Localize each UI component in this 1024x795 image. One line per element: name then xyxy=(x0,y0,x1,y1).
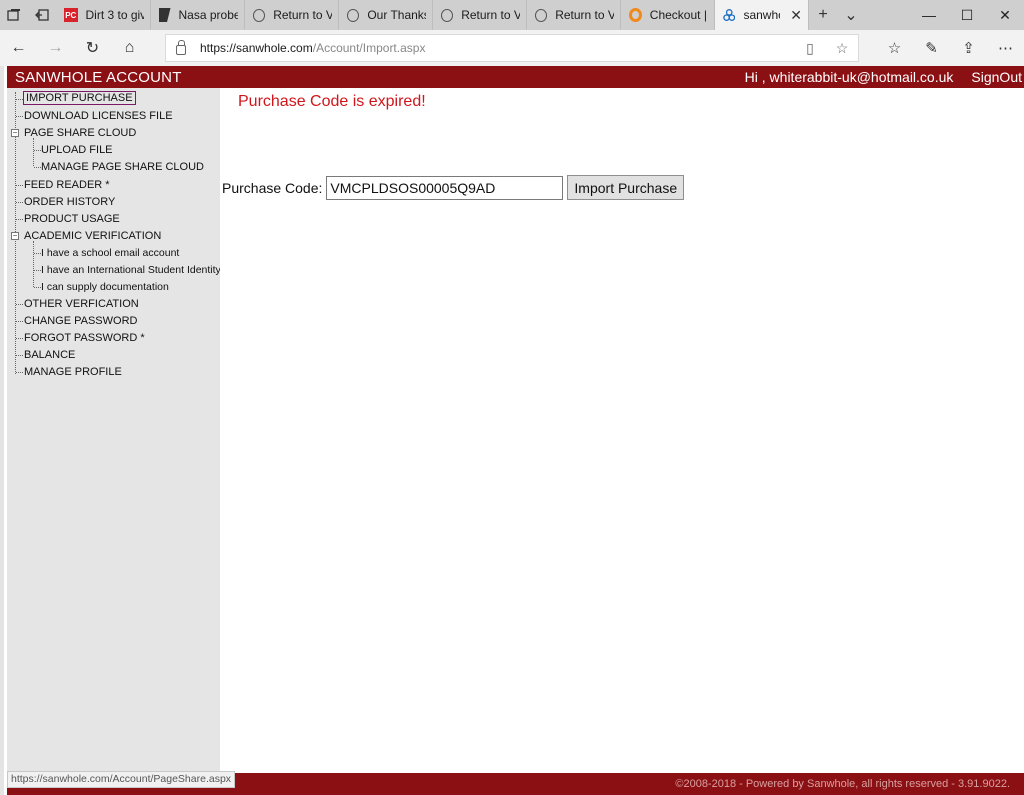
tab-title: Our Thanks xyxy=(367,8,426,22)
tree-connector xyxy=(33,138,34,166)
share-icon[interactable]: ⇪ xyxy=(950,39,987,57)
tab-title: Return to V’ xyxy=(273,8,332,22)
sidebar-item-change-password[interactable]: CHANGE PASSWORD xyxy=(24,315,137,327)
favorites-list-icon[interactable]: ☆ xyxy=(876,39,913,57)
tree-branch xyxy=(16,116,23,117)
tree-branch xyxy=(34,167,41,168)
tree-branch xyxy=(16,202,23,203)
status-bar-url: https://sanwhole.com/Account/PageShare.a… xyxy=(7,771,236,788)
import-form: Purchase Code: Import Purchase xyxy=(222,175,685,200)
browser-tab[interactable]: Nasa probe xyxy=(151,0,245,30)
loading-circle-icon xyxy=(253,8,266,22)
tab-title: Return to V’ xyxy=(555,8,614,22)
url-host: https://sanwhole.com xyxy=(200,41,313,55)
close-tab-icon[interactable]: ✕ xyxy=(790,7,802,24)
tab-title: Nasa probe xyxy=(178,8,239,22)
tree-branch xyxy=(16,321,23,322)
close-window-icon[interactable]: ✕ xyxy=(986,7,1024,24)
more-menu-icon[interactable]: ⋯ xyxy=(987,39,1024,57)
orange-ring-icon xyxy=(629,8,642,22)
site-header: SANWHOLE ACCOUNT Hi , whiterabbit-uk@hot… xyxy=(7,66,1024,88)
lock-icon xyxy=(176,40,186,55)
main-content: Purchase Code is expired! Purchase Code:… xyxy=(220,88,1024,773)
loading-circle-icon xyxy=(535,8,548,22)
navigation-bar: ← → ↻ ⌂ https://sanwhole.com /Account/Im… xyxy=(0,30,1024,66)
site-favicon-icon xyxy=(723,8,736,22)
tab-strip: PC Dirt 3 to giv Nasa probe Return to V’… xyxy=(0,0,1024,30)
sidebar-item-download-licenses[interactable]: DOWNLOAD LICENSES FILE xyxy=(24,110,173,122)
forward-arrow-icon[interactable]: → xyxy=(37,30,74,66)
sidebar-item-product-usage[interactable]: PRODUCT USAGE xyxy=(24,213,120,225)
tab-actions-icon[interactable] xyxy=(0,0,28,30)
pc-gamer-icon: PC xyxy=(64,8,78,22)
tree-branch xyxy=(34,253,41,254)
refresh-icon[interactable]: ↻ xyxy=(74,30,111,66)
tree-branch xyxy=(16,355,23,356)
browser-tab[interactable]: PC Dirt 3 to giv xyxy=(56,0,151,30)
browser-tab[interactable]: Checkout | S xyxy=(621,0,715,30)
user-greeting: Hi , whiterabbit-uk@hotmail.co.uk xyxy=(744,69,954,85)
purchase-code-label: Purchase Code: xyxy=(222,179,323,196)
browser-tab[interactable]: Our Thanks xyxy=(339,0,433,30)
tab-title: Return to V’ xyxy=(461,8,520,22)
sidebar-tree: − − IMPORT PURCHASE DOWNLOAD LICENSES FI… xyxy=(7,88,220,773)
sidebar-item-school-email[interactable]: I have a school email account xyxy=(41,247,179,259)
sidebar-item-forgot-password[interactable]: FORGOT PASSWORD * xyxy=(24,332,145,344)
reading-view-icon[interactable]: ▯ xyxy=(794,40,826,57)
tab-title: Checkout | S xyxy=(649,8,708,22)
browser-tab-active[interactable]: sanwho ✕ xyxy=(715,0,809,30)
sidebar-item-balance[interactable]: BALANCE xyxy=(24,349,75,361)
sidebar-item-feed-reader[interactable]: FEED READER * xyxy=(24,179,110,191)
tree-branch xyxy=(34,270,41,271)
sidebar-item-order-history[interactable]: ORDER HISTORY xyxy=(24,196,115,208)
import-purchase-button[interactable]: Import Purchase xyxy=(567,175,685,200)
tree-branch xyxy=(16,338,23,339)
sidebar-item-student-id[interactable]: I have an International Student Identity… xyxy=(41,264,220,276)
collapse-toggle-icon[interactable]: − xyxy=(11,232,19,240)
loading-circle-icon xyxy=(347,8,360,22)
error-message: Purchase Code is expired! xyxy=(238,93,426,110)
collapse-toggle-icon[interactable]: − xyxy=(11,129,19,137)
chevron-down-icon[interactable]: ⌄ xyxy=(837,5,865,25)
minimize-icon[interactable]: — xyxy=(910,7,948,23)
set-tabs-aside-icon[interactable] xyxy=(28,0,56,30)
page-viewport: SANWHOLE ACCOUNT Hi , whiterabbit-uk@hot… xyxy=(0,66,1024,795)
tab-title: sanwho xyxy=(743,8,780,22)
pen-notes-icon[interactable]: ✎ xyxy=(913,39,950,57)
sidebar-item-manage-page-share[interactable]: MANAGE PAGE SHARE CLOUD xyxy=(41,161,204,173)
tree-branch xyxy=(16,99,23,100)
back-arrow-icon[interactable]: ← xyxy=(0,30,37,66)
url-path: /Account/Import.aspx xyxy=(312,41,426,55)
sidebar-item-upload-file[interactable]: UPLOAD FILE xyxy=(41,144,113,156)
address-bar[interactable]: https://sanwhole.com /Account/Import.asp… xyxy=(165,34,859,62)
browser-tab[interactable]: Return to V’ xyxy=(527,0,621,30)
sidebar-item-manage-profile[interactable]: MANAGE PROFILE xyxy=(24,366,122,378)
signout-link[interactable]: SignOut xyxy=(971,69,1022,85)
new-tab-icon[interactable]: + xyxy=(809,6,837,24)
home-icon[interactable]: ⌂ xyxy=(111,30,148,66)
tab-title: Dirt 3 to giv xyxy=(85,8,145,22)
loading-circle-icon xyxy=(441,8,454,22)
tree-branch xyxy=(16,185,23,186)
tree-branch xyxy=(16,219,23,220)
sidebar-item-academic-verification[interactable]: ACADEMIC VERIFICATION xyxy=(24,230,161,242)
tree-branch xyxy=(34,287,41,288)
favorite-star-icon[interactable]: ☆ xyxy=(826,40,858,57)
sidebar-item-page-share-cloud[interactable]: PAGE SHARE CLOUD xyxy=(24,127,136,139)
bookmark-favicon-icon xyxy=(159,8,171,22)
sidebar-item-other-verification[interactable]: OTHER VERFICATION xyxy=(24,298,139,310)
site-title: SANWHOLE ACCOUNT xyxy=(15,68,182,86)
tree-branch xyxy=(16,372,23,373)
browser-tab[interactable]: Return to V’ xyxy=(433,0,527,30)
maximize-icon[interactable]: ☐ xyxy=(948,7,986,24)
sidebar-item-import-purchase[interactable]: IMPORT PURCHASE xyxy=(23,91,136,105)
sidebar-item-supply-documentation[interactable]: I can supply documentation xyxy=(41,281,169,293)
tree-branch xyxy=(34,150,41,151)
copyright-text: ©2008-2018 - Powered by Sanwhole, all ri… xyxy=(675,778,1010,790)
tree-branch xyxy=(16,304,23,305)
purchase-code-input[interactable] xyxy=(326,175,564,200)
browser-tab[interactable]: Return to V’ xyxy=(245,0,339,30)
tree-connector xyxy=(33,241,34,287)
